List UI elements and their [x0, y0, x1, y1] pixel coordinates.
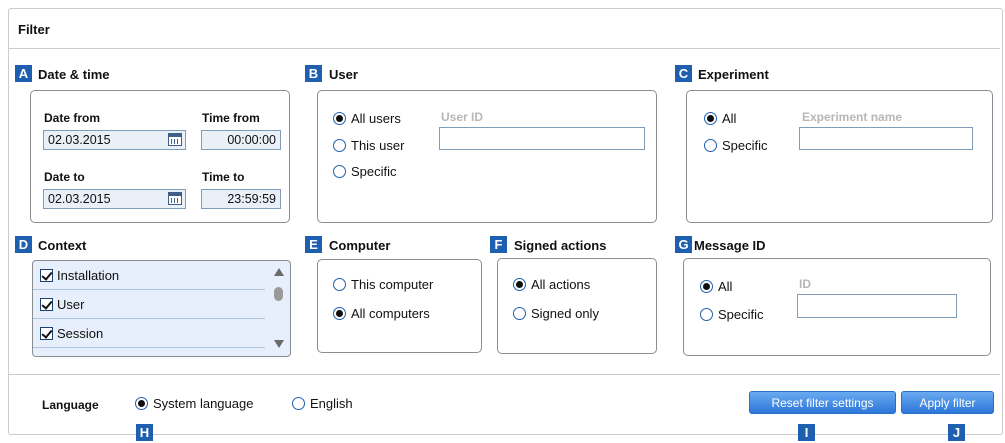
radio-message-all[interactable]: All — [700, 279, 732, 294]
radio-label: System language — [153, 396, 254, 411]
calendar-icon[interactable] — [168, 133, 182, 146]
date-from-label: Date from — [44, 111, 101, 125]
radio-label: Specific — [722, 138, 768, 153]
radio-specific-user[interactable]: Specific — [333, 164, 397, 179]
badge-i: I — [798, 424, 815, 441]
time-from-field[interactable]: 00:00:00 — [201, 130, 281, 150]
radio-indicator — [700, 308, 713, 321]
badge-f: F — [490, 236, 507, 253]
signed-actions-title: Signed actions — [514, 238, 607, 253]
checkbox[interactable] — [40, 326, 53, 340]
radio-indicator — [513, 278, 526, 291]
date-to-value: 02.03.2015 — [48, 192, 111, 206]
calendar-icon[interactable] — [168, 192, 182, 205]
list-item-label: User — [57, 296, 85, 312]
radio-this-user[interactable]: This user — [333, 138, 404, 153]
context-list[interactable]: Installation User Session — [32, 260, 291, 357]
scrollbar[interactable] — [269, 261, 289, 356]
message-id-title: Message ID — [694, 238, 766, 253]
user-group — [317, 90, 657, 223]
radio-label: All computers — [351, 306, 430, 321]
date-from-value: 02.03.2015 — [48, 133, 111, 147]
radio-indicator — [704, 112, 717, 125]
time-to-field[interactable]: 23:59:59 — [201, 189, 281, 209]
date-from-field[interactable]: 02.03.2015 — [43, 130, 186, 150]
radio-label: All users — [351, 111, 401, 126]
date-time-title: Date & time — [38, 67, 110, 82]
time-to-label: Time to — [202, 170, 245, 184]
radio-indicator — [333, 307, 346, 320]
radio-all-actions[interactable]: All actions — [513, 277, 590, 292]
radio-message-specific[interactable]: Specific — [700, 307, 764, 322]
badge-h: H — [136, 424, 153, 441]
checkbox[interactable] — [40, 297, 53, 311]
radio-label: This computer — [351, 277, 434, 292]
apply-filter-button[interactable]: Apply filter — [901, 391, 994, 414]
date-to-label: Date to — [44, 170, 85, 184]
list-item-label: Installation — [57, 267, 120, 283]
list-item[interactable]: Installation — [33, 261, 265, 290]
radio-label: This user — [351, 138, 405, 153]
message-id-field[interactable] — [797, 294, 957, 318]
footer-divider — [9, 374, 1000, 375]
badge-d: D — [15, 236, 32, 253]
radio-label: Signed only — [531, 306, 599, 321]
message-id-label: ID — [799, 277, 811, 291]
badge-g: G — [675, 236, 692, 253]
scroll-up-icon[interactable] — [274, 268, 284, 276]
experiment-title: Experiment — [698, 67, 769, 82]
radio-indicator — [333, 278, 346, 291]
badge-j: J — [948, 424, 965, 441]
user-id-field[interactable] — [439, 127, 645, 150]
radio-label: All actions — [531, 277, 591, 292]
list-item[interactable]: Session — [33, 319, 265, 348]
computer-title: Computer — [329, 238, 391, 253]
context-title: Context — [38, 238, 87, 253]
reset-filter-button[interactable]: Reset filter settings — [749, 391, 896, 414]
radio-indicator — [292, 397, 305, 410]
scroll-down-icon[interactable] — [274, 340, 284, 348]
time-from-label: Time from — [202, 111, 260, 125]
radio-system-language[interactable]: System language — [135, 396, 253, 411]
list-item-label: Session — [57, 325, 104, 341]
badge-b: B — [305, 65, 322, 82]
user-id-label: User ID — [441, 110, 484, 124]
badge-c: C — [675, 65, 692, 82]
user-title: User — [329, 67, 358, 82]
radio-label: English — [310, 396, 353, 411]
badge-a: A — [15, 65, 32, 82]
radio-label: All — [718, 279, 733, 294]
radio-all-computers[interactable]: All computers — [333, 306, 430, 321]
radio-signed-only[interactable]: Signed only — [513, 306, 599, 321]
radio-all-users[interactable]: All users — [333, 111, 401, 126]
radio-indicator — [333, 139, 346, 152]
radio-indicator — [700, 280, 713, 293]
badge-e: E — [305, 236, 322, 253]
radio-indicator — [513, 307, 526, 320]
date-to-field[interactable]: 02.03.2015 — [43, 189, 186, 209]
checkbox[interactable] — [40, 268, 53, 282]
radio-label: All — [722, 111, 737, 126]
language-label: Language — [42, 398, 99, 412]
radio-indicator — [135, 397, 148, 410]
radio-experiment-specific[interactable]: Specific — [704, 138, 768, 153]
radio-label: Specific — [718, 307, 764, 322]
title-divider — [9, 48, 1000, 49]
radio-english[interactable]: English — [292, 396, 353, 411]
experiment-name-label: Experiment name — [802, 110, 903, 124]
radio-label: Specific — [351, 164, 397, 179]
radio-this-computer[interactable]: This computer — [333, 277, 433, 292]
list-item[interactable]: User — [33, 290, 265, 319]
radio-indicator — [333, 112, 346, 125]
radio-experiment-all[interactable]: All — [704, 111, 736, 126]
panel-title: Filter — [18, 22, 50, 37]
scroll-thumb[interactable] — [274, 287, 283, 301]
radio-indicator — [704, 139, 717, 152]
experiment-name-field[interactable] — [799, 127, 973, 150]
radio-indicator — [333, 165, 346, 178]
